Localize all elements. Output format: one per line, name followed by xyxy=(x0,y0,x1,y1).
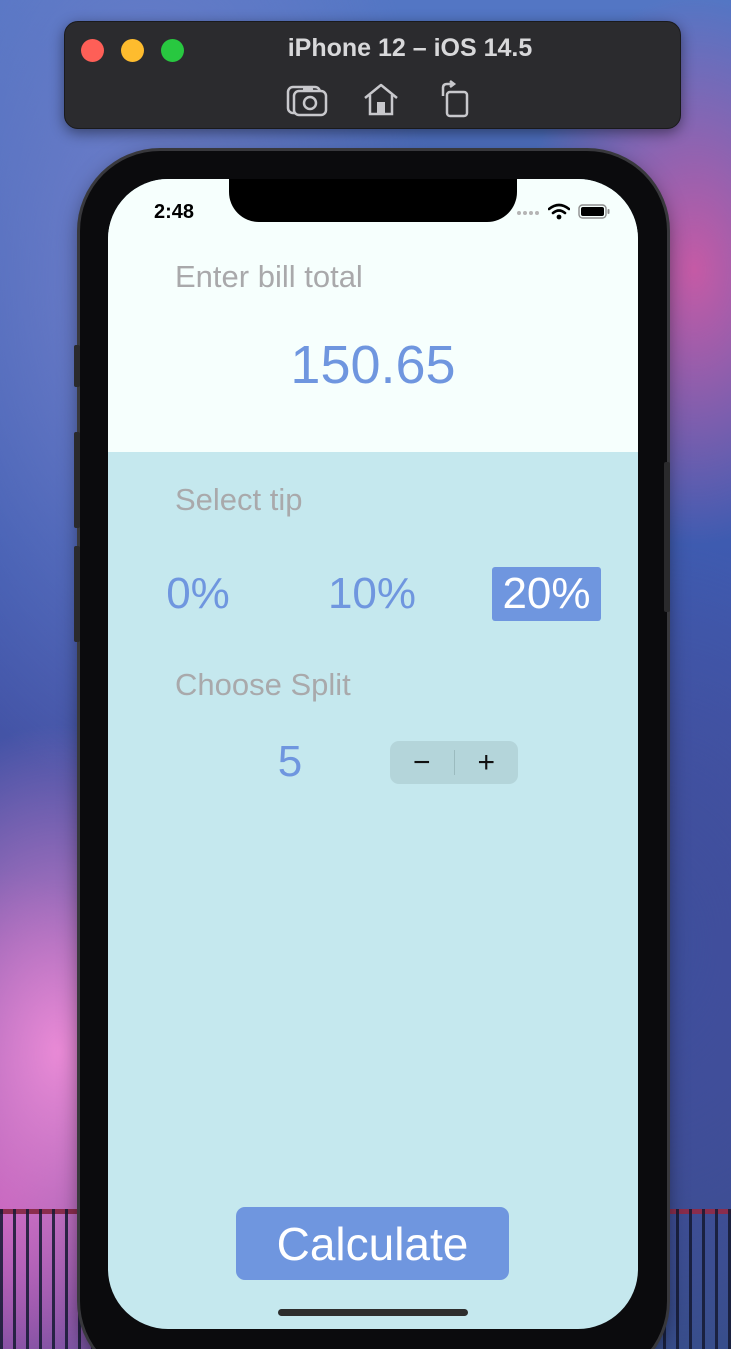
home-indicator xyxy=(278,1309,468,1316)
volume-down-button xyxy=(74,546,80,642)
app-screen: 2:48 Enter bill total Select tip 0% 10% … xyxy=(108,179,638,1329)
power-button xyxy=(664,462,670,612)
split-value: 5 xyxy=(277,737,303,786)
bill-total-field[interactable] xyxy=(168,329,578,401)
simulator-toolbar xyxy=(285,80,477,118)
battery-icon xyxy=(578,204,610,219)
cellular-signal-icon xyxy=(517,210,539,215)
choose-split-label: Choose Split xyxy=(175,667,351,702)
screenshot-icon[interactable] xyxy=(285,80,329,118)
status-time: 2:48 xyxy=(154,201,195,223)
tip-0-button[interactable]: 0% xyxy=(158,567,238,621)
split-stepper: − + xyxy=(390,741,518,784)
simulator-title: iPhone 12 – iOS 14.5 xyxy=(287,34,533,62)
wifi-icon xyxy=(548,203,570,220)
tip-20-button[interactable]: 20% xyxy=(492,567,601,621)
tip-10-button[interactable]: 10% xyxy=(320,567,424,621)
home-icon[interactable] xyxy=(359,80,403,118)
select-tip-label: Select tip xyxy=(175,482,303,517)
increment-button[interactable]: + xyxy=(455,741,519,784)
decrement-button[interactable]: − xyxy=(390,741,454,784)
mute-switch xyxy=(74,345,80,387)
calculate-button[interactable]: Calculate xyxy=(236,1207,509,1280)
bill-total-label: Enter bill total xyxy=(175,259,363,294)
rotate-icon[interactable] xyxy=(433,80,477,118)
volume-up-button xyxy=(74,432,80,528)
simulator-title-bar: iPhone 12 – iOS 14.5 xyxy=(64,21,681,129)
status-icons xyxy=(516,203,610,220)
notch xyxy=(229,179,517,222)
